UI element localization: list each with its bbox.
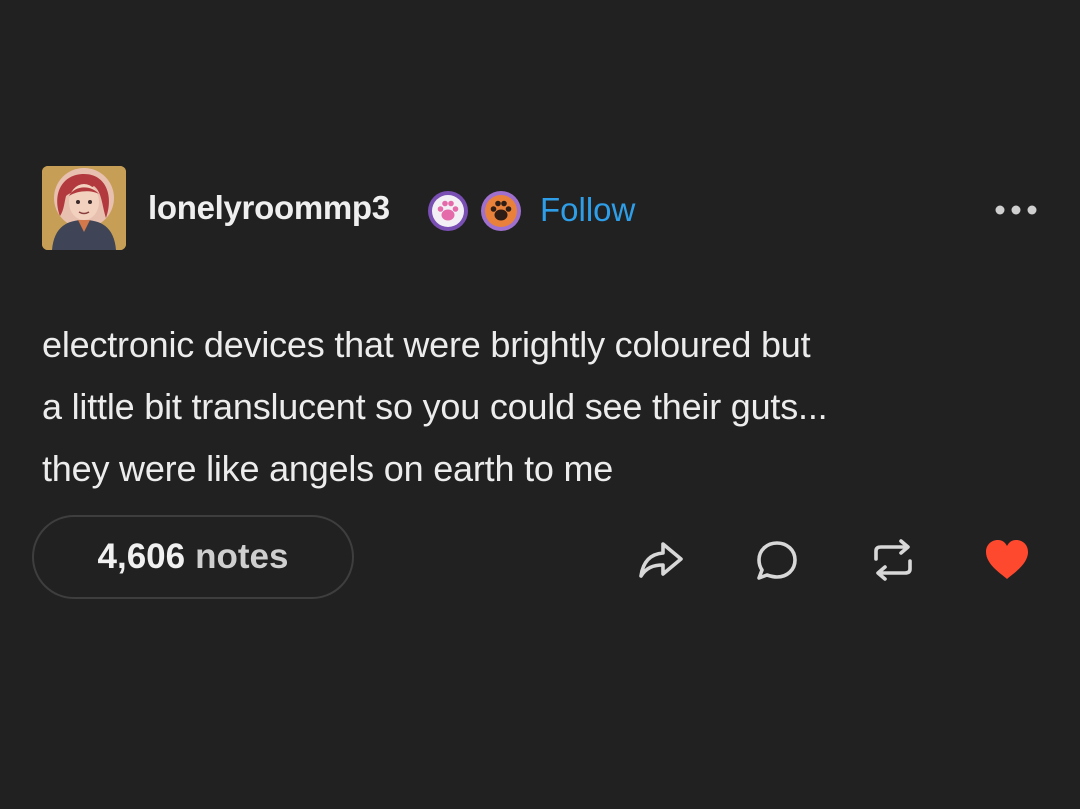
notes-count: 4,606	[97, 537, 186, 576]
post-header: lonelyroommp3 Follow	[42, 166, 1042, 250]
like-icon[interactable]	[982, 535, 1032, 585]
reply-icon[interactable]	[752, 535, 802, 585]
share-icon[interactable]	[636, 535, 686, 585]
follow-button[interactable]: Follow	[540, 190, 635, 230]
notes-button[interactable]: 4,606 notes	[32, 515, 354, 599]
post-body: electronic devices that were brightly co…	[42, 314, 1022, 500]
post-body-line: they were like angels on earth to me	[42, 448, 614, 489]
post-body-line: electronic devices that were brightly co…	[42, 324, 811, 365]
more-options-icon[interactable]	[992, 196, 1040, 224]
avatar[interactable]	[42, 166, 126, 250]
post-body-line: a little bit translucent so you could se…	[42, 386, 828, 427]
username[interactable]: lonelyroommp3	[148, 188, 390, 228]
paw-badge-icon[interactable]	[480, 190, 522, 232]
reblog-icon[interactable]	[868, 535, 918, 585]
notes-label: notes	[195, 537, 289, 576]
paw-badge-icon[interactable]	[427, 190, 469, 232]
post-card: lonelyroommp3 Follow electronic devices …	[0, 0, 1080, 809]
